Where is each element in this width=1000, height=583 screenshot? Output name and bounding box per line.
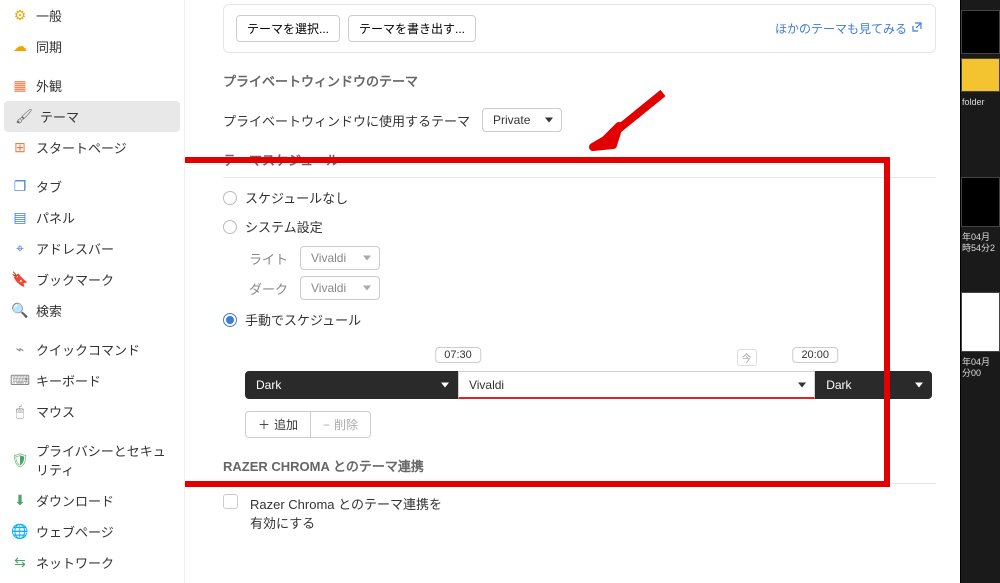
desktop-thumb[interactable] [961,292,1000,352]
sidebar-item-bookmarks[interactable]: 🔖 ブックマーク [0,264,184,295]
schedule-add-remove-group: ＋ 追加 − 削除 [245,411,371,438]
sidebar-item-startpage[interactable]: ⊞ スタートページ [0,132,184,163]
desktop-folder-icon[interactable] [961,58,1000,92]
sidebar-item-bookmarks-icon: 🔖 [12,272,28,288]
radio-system-label: システム設定 [245,217,323,236]
desktop-folder-label: folder [961,96,1000,109]
sidebar-item-tabs[interactable]: ❐ タブ [0,171,184,202]
sidebar-item-mouse[interactable]: 🖱 マウス [0,396,184,427]
desktop-thumb[interactable] [961,177,1000,227]
dark-label: ダーク [249,279,288,298]
sidebar-item-label: クイックコマンド [36,340,140,359]
external-link-icon [911,21,923,36]
radio-manual[interactable] [223,313,237,327]
desktop-thumb-label: 年04月 分00 [961,356,1000,380]
radio-no-schedule-label: スケジュールなし [245,188,348,207]
theme-actions-box: テーマを選択... テーマを書き出す... ほかのテーマも見てみる [223,4,936,53]
sidebar-item-label: キーボード [36,371,101,390]
sidebar-item-general-icon: ⚙ [12,8,28,24]
sidebar-item-label: アドレスバー [36,239,114,258]
razer-chroma-section: RAZER CHROMA とのテーマ連携 Razer Chroma とのテーマ連… [223,456,936,532]
schedule-seg-2[interactable]: Vivaldi [458,371,815,399]
sidebar-item-webpages[interactable]: 🌐 ウェブページ [0,516,184,547]
sidebar-item-addressbar[interactable]: ⌖ アドレスバー [0,233,184,264]
sidebar-item-appearance-icon: ▦ [12,78,28,94]
sidebar-item-panel[interactable]: ▤ パネル [0,202,184,233]
plus-icon: ＋ [258,416,270,433]
sidebar-item-keyboard[interactable]: ⌨ キーボード [0,365,184,396]
sidebar-item-label: 外観 [36,76,62,95]
schedule-section-title: テーマスケジュール [223,150,936,178]
time-pill-2[interactable]: 20:00 [792,347,838,363]
sidebar-item-appearance[interactable]: ▦ 外観 [0,70,184,101]
private-section-title: プライベートウィンドウのテーマ [223,71,936,98]
theme-schedule-section: テーマスケジュール スケジュールなし システム設定 ライト Vivaldi ダー… [223,150,936,438]
desktop-strip: folder 年04月 時54分2 年04月 分00 [960,0,1000,583]
sidebar-item-label: マウス [36,402,75,421]
sidebar-item-label: タブ [36,177,62,196]
sidebar-item-label: 一般 [36,6,62,25]
private-theme-select[interactable]: Private [482,108,562,132]
sidebar-item-label: 検索 [36,301,62,320]
dark-theme-select[interactable]: Vivaldi [300,276,380,300]
sidebar-item-label: プライバシーとセキュリティ [36,441,172,479]
sidebar-item-search[interactable]: 🔍 検索 [0,295,184,326]
private-theme-label: プライベートウィンドウに使用するテーマ [223,111,470,130]
sidebar-item-themes-icon: 🖌 [16,109,32,125]
more-themes-link[interactable]: ほかのテーマも見てみる [775,20,923,37]
remove-schedule-button[interactable]: − 削除 [310,412,370,437]
now-marker: 今 [737,349,757,366]
light-theme-select[interactable]: Vivaldi [300,246,380,270]
time-pill-1[interactable]: 07:30 [435,347,481,363]
schedule-seg-3[interactable]: Dark [815,371,932,399]
export-theme-button[interactable]: テーマを書き出す... [348,15,476,42]
sidebar-item-search-icon: 🔍 [12,303,28,319]
radio-no-schedule[interactable] [223,191,237,205]
settings-main: テーマを選択... テーマを書き出す... ほかのテーマも見てみる プライベート… [185,0,960,583]
desktop-thumb-label: 年04月 時54分2 [961,231,1000,255]
razer-enable-checkbox[interactable] [223,494,238,509]
razer-checkbox-label: Razer Chroma とのテーマ連携を有効にする [250,494,450,532]
radio-manual-label: 手動でスケジュール [245,310,361,329]
sidebar-item-panel-icon: ▤ [12,210,28,226]
select-theme-button[interactable]: テーマを選択... [236,15,340,42]
sidebar-item-tabs-icon: ❐ [12,179,28,195]
sidebar-item-quickcmd[interactable]: ⌁ クイックコマンド [0,334,184,365]
sidebar-item-label: パネル [36,208,75,227]
sidebar-item-downloads-icon: ⬇ [12,493,28,509]
add-schedule-button[interactable]: ＋ 追加 [246,412,310,437]
sidebar-item-general[interactable]: ⚙ 一般 [0,0,184,31]
sidebar-item-privacy[interactable]: 🛡 プライバシーとセキュリティ [0,435,184,485]
sidebar-item-sync[interactable]: ☁ 同期 [0,31,184,62]
settings-sidebar: ⚙ 一般 ☁ 同期 ▦ 外観🖌 テーマ ⊞ スタートページ ❐ タブ ▤ パネル ⌖ アドレスバー 🔖 ブックマ… [0,0,185,583]
sidebar-item-network-icon: ⇆ [12,555,28,571]
razer-section-title: RAZER CHROMA とのテーマ連携 [223,456,936,484]
light-label: ライト [249,249,288,268]
desktop-thumb[interactable] [961,10,1000,54]
schedule-timeline: 07:30 今 20:00 Dark Vivaldi Dark [245,347,932,399]
radio-system[interactable] [223,220,237,234]
sidebar-item-label: テーマ [40,107,79,126]
sidebar-item-keyboard-icon: ⌨ [12,373,28,389]
sidebar-item-label: ウェブページ [36,522,114,541]
sidebar-item-label: ネットワーク [36,553,114,572]
sidebar-item-label: ダウンロード [36,491,114,510]
sidebar-item-sync-icon: ☁ [12,39,28,55]
sidebar-item-label: スタートページ [36,138,127,157]
sidebar-item-mouse-icon: 🖱 [12,404,28,420]
sidebar-item-quickcmd-icon: ⌁ [12,342,28,358]
sidebar-item-label: 同期 [36,37,62,56]
sidebar-item-webpages-icon: 🌐 [12,524,28,540]
minus-icon: − [323,418,330,432]
sidebar-item-downloads[interactable]: ⬇ ダウンロード [0,485,184,516]
sidebar-item-privacy-icon: 🛡 [12,452,28,468]
schedule-seg-1[interactable]: Dark [245,371,458,399]
sidebar-item-network[interactable]: ⇆ ネットワーク [0,547,184,578]
sidebar-item-addressbar-icon: ⌖ [12,241,28,257]
private-window-theme-section: プライベートウィンドウのテーマ プライベートウィンドウに使用するテーマ Priv… [223,71,936,132]
sidebar-item-themes[interactable]: 🖌 テーマ [4,101,180,132]
sidebar-item-startpage-icon: ⊞ [12,140,28,156]
sidebar-item-label: ブックマーク [36,270,114,289]
